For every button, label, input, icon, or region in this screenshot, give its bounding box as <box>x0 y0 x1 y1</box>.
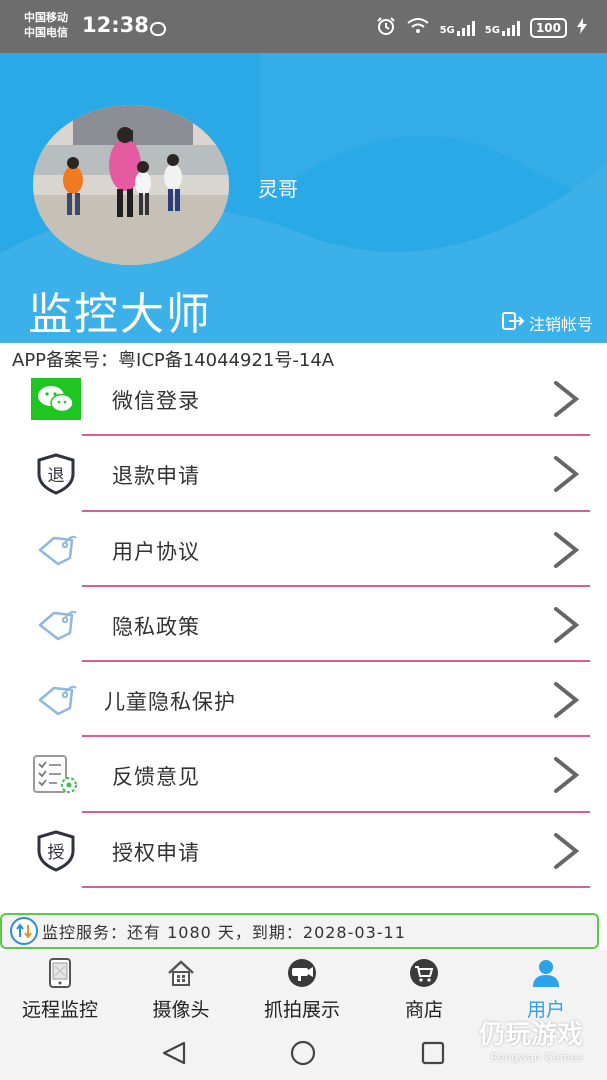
menu-item-label: 反馈意见 <box>112 765 200 790</box>
tab-label: 抓拍展示 <box>263 999 340 1021</box>
logout-icon <box>501 311 525 335</box>
refund-icon: 退 <box>30 452 82 496</box>
menu-item-wechat-login[interactable]: 微信登录 <box>0 361 607 437</box>
status-icons: 5G 5G 100 <box>376 16 587 39</box>
settings-menu: 微信登录 退 退款申请 用户协议 隐私政策 儿童隐私保护 反馈意见 授 授权申请 <box>0 361 607 889</box>
recents-button[interactable] <box>420 1040 446 1070</box>
chevron-right-icon <box>548 454 582 498</box>
menu-item-label: 隐私政策 <box>112 614 200 639</box>
avatar[interactable] <box>33 105 229 265</box>
tab-remote-monitor[interactable]: 远程监控 <box>0 957 120 1022</box>
svg-text:退: 退 <box>48 466 65 486</box>
authorize-icon: 授 <box>30 829 82 873</box>
menu-item-feedback[interactable]: 反馈意见 <box>0 737 607 813</box>
camera-icon <box>242 957 362 989</box>
tab-user[interactable]: 用户 <box>486 957 606 1022</box>
wifi-icon <box>406 17 430 38</box>
menu-item-privacy-policy[interactable]: 隐私政策 <box>0 587 607 663</box>
signal-bars-2-icon <box>501 20 520 36</box>
tag-icon <box>30 528 82 572</box>
logout-label: 注销帐号 <box>528 315 593 334</box>
chevron-right-icon <box>548 379 582 423</box>
notification-icon <box>150 22 166 36</box>
tab-store[interactable]: 商店 <box>364 957 484 1022</box>
signal-1: 5G <box>440 20 475 36</box>
tag-icon <box>30 678 82 722</box>
battery-indicator: 100 <box>529 17 567 38</box>
chevron-right-icon <box>548 831 582 875</box>
signal-bars-1-icon <box>456 20 475 36</box>
back-button[interactable] <box>160 1040 188 1070</box>
home-icon <box>121 957 241 989</box>
carrier-2: 中国电信 <box>24 26 68 39</box>
menu-item-refund[interactable]: 退 退款申请 <box>0 436 607 512</box>
home-button[interactable] <box>289 1040 317 1070</box>
menu-divider <box>82 886 590 889</box>
watermark: 仍玩游戏 Rengwan Games <box>479 1014 583 1064</box>
chevron-right-icon <box>548 755 582 799</box>
clock: 12:38 <box>82 13 149 37</box>
chevron-right-icon <box>548 530 582 574</box>
username: 灵哥 <box>258 177 298 201</box>
menu-item-label: 用户协议 <box>112 539 200 564</box>
menu-item-child-privacy[interactable]: 儿童隐私保护 <box>0 662 607 738</box>
signal-1-label: 5G <box>439 24 455 36</box>
feedback-icon <box>30 753 82 797</box>
user-icon <box>486 957 606 989</box>
svg-text:授: 授 <box>48 843 65 863</box>
chevron-right-icon <box>548 680 582 724</box>
status-bar: 中国移动 中国电信 12:38 5G 5G 100 <box>0 0 607 53</box>
signal-2-label: 5G <box>484 24 500 36</box>
tab-camera[interactable]: 摄像头 <box>121 957 241 1022</box>
tab-snapshot[interactable]: 抓拍展示 <box>242 957 362 1022</box>
menu-item-label: 授权申请 <box>112 840 200 865</box>
alarm-icon <box>376 16 396 39</box>
menu-item-label: 退款申请 <box>112 464 200 489</box>
watermark-sub: Rengwan Games <box>490 1051 583 1064</box>
chevron-right-icon <box>548 605 582 649</box>
tab-label: 摄像头 <box>152 999 210 1021</box>
wechat-icon <box>30 377 82 421</box>
service-status-bar[interactable]: 监控服务：还有 1080 天，到期：2028-03-11 <box>0 913 599 949</box>
tab-label: 远程监控 <box>21 999 98 1021</box>
app-title: 监控大师 <box>28 289 212 340</box>
signal-2: 5G <box>485 20 520 36</box>
carrier-info: 中国移动 中国电信 <box>24 10 68 40</box>
charging-icon <box>577 18 587 37</box>
menu-item-authorize[interactable]: 授 授权申请 <box>0 813 607 889</box>
tag-icon <box>30 603 82 647</box>
menu-item-label: 微信登录 <box>112 389 200 413</box>
service-status-text: 监控服务：还有 1080 天，到期：2028-03-11 <box>42 923 406 942</box>
logout-button[interactable]: 注销帐号 <box>501 311 593 335</box>
menu-item-label: 儿童隐私保护 <box>104 690 236 715</box>
cart-icon <box>364 957 484 989</box>
watermark-text: 仍玩游戏 <box>478 1020 583 1050</box>
carrier-1: 中国移动 <box>24 11 68 24</box>
menu-item-user-agreement[interactable]: 用户协议 <box>0 512 607 587</box>
phone-monitor-icon <box>0 957 120 989</box>
profile-header: 灵哥 监控大师 注销帐号 <box>0 53 607 343</box>
tab-label: 商店 <box>404 999 443 1021</box>
service-sync-icon <box>10 917 38 945</box>
